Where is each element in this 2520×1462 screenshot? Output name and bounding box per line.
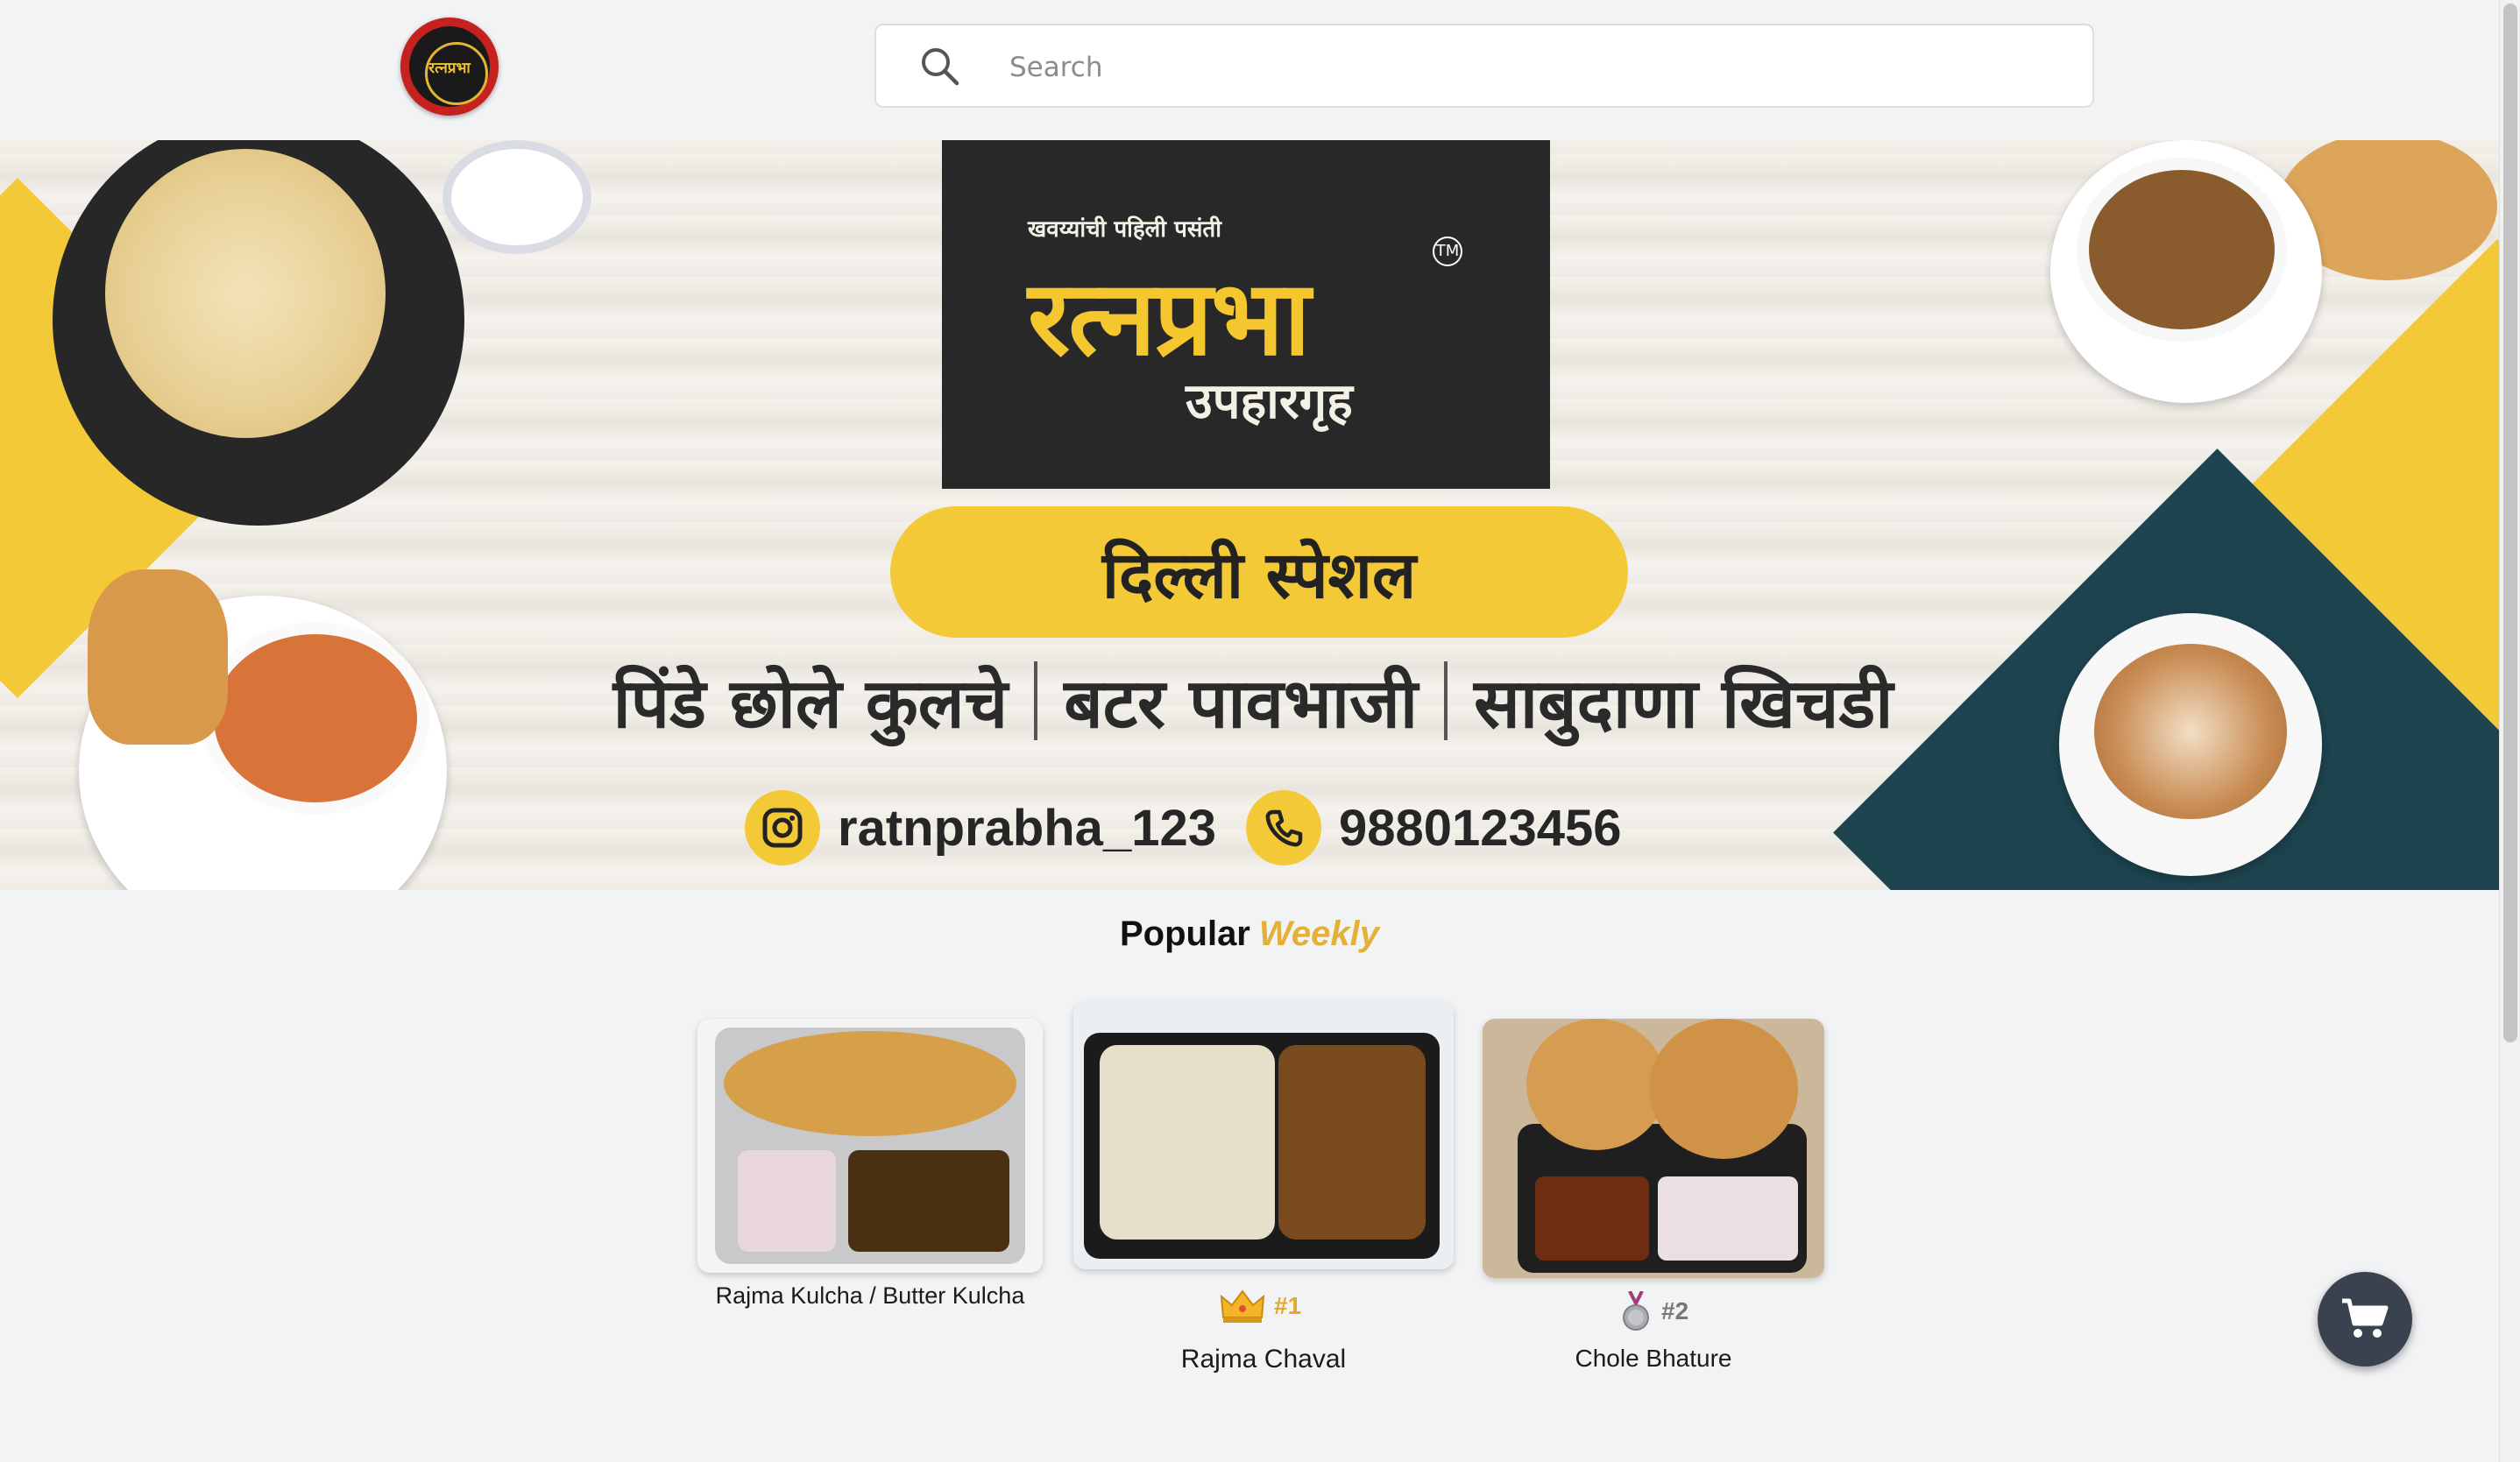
special-item: साबुदाणा खिचडी	[1474, 665, 1894, 744]
brand-signboard: खवय्यांची पहिली पसंती रत्नप्रभा TM उपहार…	[942, 140, 1550, 489]
search-bar[interactable]	[874, 24, 2094, 108]
brand-name: रत्नप्रभा	[1028, 258, 1311, 378]
rank-badge: #1	[1220, 1288, 1301, 1324]
section-title-main: Popular	[1119, 915, 1250, 953]
special-item: बटर पावभाजी	[1064, 665, 1419, 744]
dish-card-image[interactable]	[1483, 1019, 1824, 1278]
section-title: Popular Weekly	[0, 915, 2499, 954]
contact-info: ratnprabha_123 9880123456	[745, 788, 1652, 867]
rank-number: #1	[1274, 1292, 1302, 1319]
coffee-cup	[2059, 613, 2322, 876]
special-title-pill: दिल्ली स्पेशल	[890, 506, 1628, 638]
rank-number: #2	[1661, 1297, 1689, 1324]
special-item: पिंडे छोले कुलचे	[612, 665, 1009, 744]
phone-number: 9880123456	[1338, 799, 1622, 857]
crown-icon	[1220, 1289, 1265, 1323]
scrollbar-thumb[interactable]	[2503, 4, 2517, 1042]
specials-list: पिंडे छोले कुलचे बटर पावभाजी साबुदाणा खि…	[596, 657, 1910, 745]
rank-badge: #2	[1621, 1291, 1688, 1331]
divider	[1444, 661, 1448, 740]
dish-card-image[interactable]	[1073, 1001, 1454, 1269]
curd-bowl	[442, 140, 591, 254]
divider	[1034, 661, 1038, 740]
dish-card-image[interactable]	[697, 1019, 1043, 1273]
chole-bowl	[2050, 140, 2322, 403]
brand-subtitle: उपहारगृह	[1186, 373, 1353, 430]
top-header: रत्नप्रभा	[0, 0, 2499, 142]
promo-banner: खवय्यांची पहिली पसंती रत्नप्रभा TM उपहार…	[0, 140, 2499, 890]
dish-name[interactable]: Chole Bhature	[1483, 1345, 1824, 1373]
cart-icon	[2342, 1298, 2389, 1338]
phone-icon	[1245, 790, 1321, 865]
search-input[interactable]	[1008, 43, 2063, 92]
dish-name[interactable]: Rajma Kulcha / Butter Kulcha	[697, 1282, 1043, 1310]
pav-bread	[88, 569, 228, 745]
search-icon	[922, 48, 959, 86]
trademark-mark: TM	[1433, 237, 1462, 266]
instagram-handle: ratnprabha_123	[838, 799, 1216, 857]
cart-button[interactable]	[2318, 1272, 2412, 1367]
special-title: दिल्ली स्पेशल	[1101, 537, 1417, 613]
instagram-icon	[745, 790, 820, 865]
silver-medal-icon	[1623, 1291, 1649, 1331]
logo-text: रत्नप्रभा	[428, 59, 471, 77]
page-scrollbar[interactable]	[2499, 0, 2520, 1462]
restaurant-logo[interactable]: रत्नप्रभा	[400, 18, 499, 116]
dish-name[interactable]: Rajma Chaval	[1073, 1345, 1454, 1374]
logo-badge: रत्नप्रभा	[409, 26, 490, 107]
section-title-accent: Weekly	[1258, 915, 1380, 953]
brand-tagline: खवय्यांची पहिली पसंती	[1028, 216, 1221, 243]
